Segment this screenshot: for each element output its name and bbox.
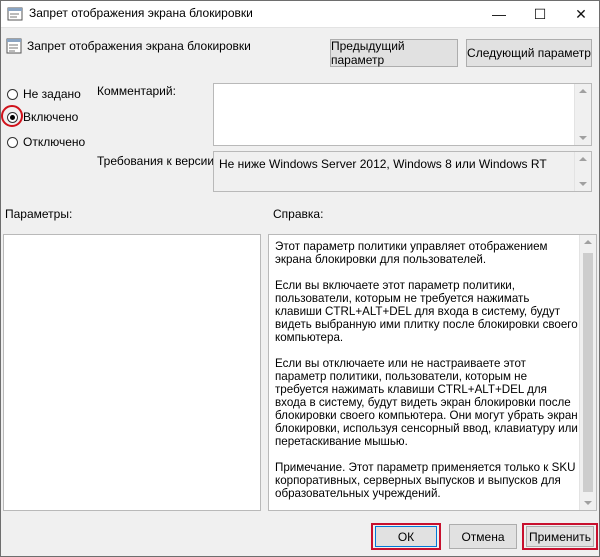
requirements-field: Не ниже Windows Server 2012, Windows 8 и… bbox=[213, 151, 592, 192]
scroll-down-icon[interactable] bbox=[579, 136, 587, 140]
radio-not-configured[interactable]: Не задано bbox=[7, 86, 81, 102]
policy-dialog-window: Запрет отображения экрана блокировки — ☐… bbox=[0, 0, 600, 557]
maximize-button[interactable]: ☐ bbox=[522, 1, 558, 27]
policy-setting-icon bbox=[6, 38, 22, 57]
scroll-up-icon[interactable] bbox=[584, 240, 592, 244]
radio-label: Отключено bbox=[23, 135, 86, 149]
radio-label: Не задано bbox=[23, 87, 81, 101]
scroll-down-icon[interactable] bbox=[584, 501, 592, 505]
title-bar[interactable]: Запрет отображения экрана блокировки — ☐… bbox=[1, 1, 599, 28]
requirements-label: Требования к версии: bbox=[97, 154, 218, 168]
help-paragraph: Этот параметр политики управляет отображ… bbox=[275, 240, 548, 266]
comment-label: Комментарий: bbox=[97, 84, 176, 98]
scroll-down-icon[interactable] bbox=[579, 182, 587, 186]
close-button[interactable]: ✕ bbox=[563, 1, 599, 27]
policy-settings-icon bbox=[7, 6, 23, 25]
help-paragraph: Если вы включаете этот параметр политики… bbox=[275, 279, 578, 344]
scroll-up-icon[interactable] bbox=[579, 89, 587, 93]
scroll-thumb[interactable] bbox=[583, 253, 593, 492]
parameters-label: Параметры: bbox=[5, 207, 73, 221]
apply-button[interactable]: Применить bbox=[526, 526, 594, 547]
previous-setting-button[interactable]: Предыдущий параметр bbox=[330, 39, 458, 67]
help-text: Этот параметр политики управляет отображ… bbox=[275, 240, 579, 513]
policy-title: Запрет отображения экрана блокировки bbox=[27, 39, 251, 53]
comment-field[interactable] bbox=[213, 83, 592, 146]
requirements-value: Не ниже Windows Server 2012, Windows 8 и… bbox=[219, 157, 547, 171]
requirements-scrollbar[interactable] bbox=[574, 152, 591, 191]
help-paragraph: Если вы отключаете или не настраиваете э… bbox=[275, 357, 578, 448]
help-paragraph: Примечание. Этот параметр применяется то… bbox=[275, 461, 576, 500]
radio-enabled[interactable]: Включено bbox=[7, 109, 78, 125]
radio-button-selected[interactable] bbox=[7, 111, 18, 123]
help-scrollbar[interactable] bbox=[579, 235, 596, 510]
cancel-button[interactable]: Отмена bbox=[449, 524, 517, 549]
ok-button[interactable]: ОК bbox=[375, 526, 437, 547]
scroll-up-icon[interactable] bbox=[579, 157, 587, 161]
help-panel[interactable]: Этот параметр политики управляет отображ… bbox=[268, 234, 597, 511]
comment-scrollbar[interactable] bbox=[574, 84, 591, 145]
next-setting-button[interactable]: Следующий параметр bbox=[466, 39, 592, 67]
help-label: Справка: bbox=[273, 207, 324, 221]
radio-disabled[interactable]: Отключено bbox=[7, 134, 85, 150]
parameters-panel[interactable] bbox=[3, 234, 261, 511]
minimize-button[interactable]: — bbox=[481, 1, 517, 27]
radio-button[interactable] bbox=[7, 88, 18, 100]
radio-button[interactable] bbox=[7, 136, 18, 148]
radio-label: Включено bbox=[23, 110, 79, 124]
window-title: Запрет отображения экрана блокировки bbox=[29, 6, 253, 20]
